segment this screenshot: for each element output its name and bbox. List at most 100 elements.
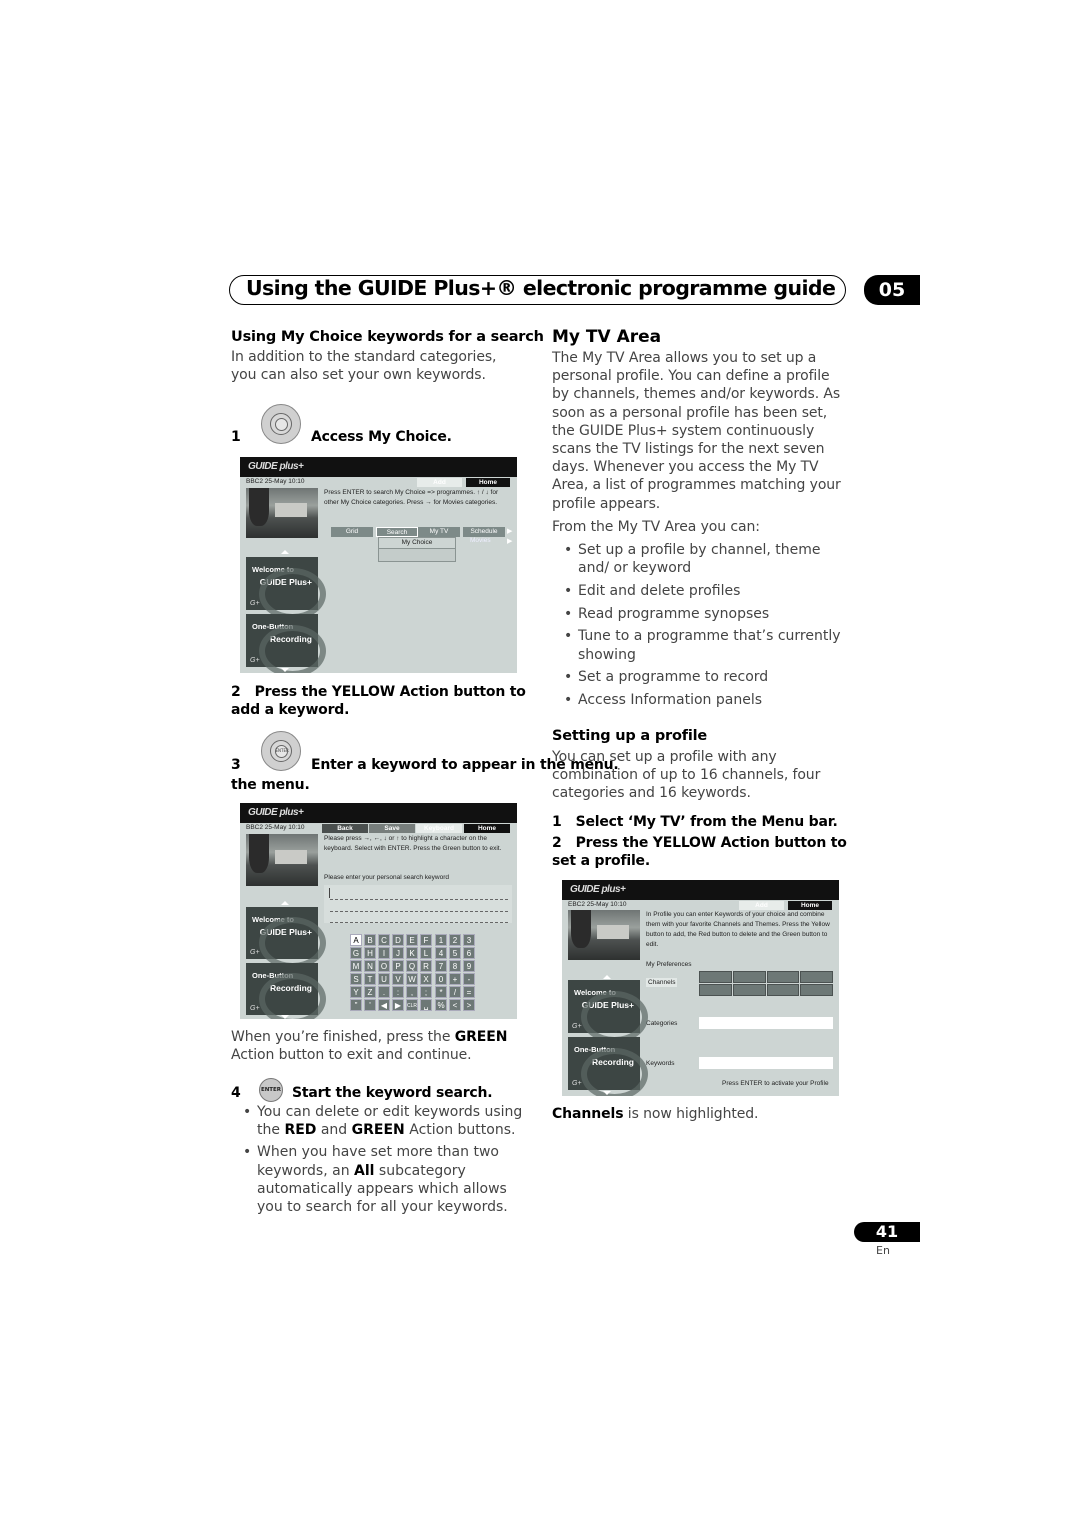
keyboard-key[interactable]: 7 (435, 960, 447, 972)
keyboard-key[interactable]: O (378, 960, 390, 972)
add-button[interactable]: Add (739, 901, 784, 910)
info-panel-welcome[interactable]: Welcome to GUIDE Plus+ G+ (246, 557, 326, 620)
scroll-down-icon[interactable] (281, 1015, 289, 1019)
video-preview (246, 834, 318, 886)
keyboard-key[interactable]: ; (420, 986, 432, 998)
keyboard-key[interactable]: . (378, 986, 390, 998)
keyboard-key[interactable]: M (350, 960, 362, 972)
menu-search[interactable]: Search (376, 527, 418, 537)
keyboard-key[interactable]: , (406, 986, 418, 998)
keyboard-key[interactable]: S (350, 973, 362, 985)
keyboard-key[interactable]: ▶ (392, 999, 404, 1011)
keyboard-key[interactable]: F (420, 934, 432, 946)
keyboard-key[interactable]: < (449, 999, 461, 1011)
keyboard-key[interactable]: 2 (449, 934, 461, 946)
keyboard-key[interactable]: % (435, 999, 447, 1011)
keyboard-key[interactable]: 3 (463, 934, 475, 946)
channel-slot[interactable] (766, 971, 800, 983)
help-message: Please press →, ←, ↓ or ↑ to highlight a… (324, 835, 502, 852)
keyboard-key[interactable]: K (406, 947, 418, 959)
scroll-down-icon[interactable] (281, 668, 289, 672)
keyboard-key[interactable]: W (406, 973, 418, 985)
keyboard-key[interactable]: B (364, 934, 376, 946)
keywords-field[interactable] (699, 1057, 833, 1069)
keyboard-key[interactable]: ◀ (378, 999, 390, 1011)
keyboard-key[interactable]: 8 (449, 960, 461, 972)
guide-plus-logo: G+ (572, 1080, 582, 1087)
keyboard-key[interactable]: A (350, 934, 362, 946)
language-label: En (876, 1244, 890, 1257)
keyboard-key[interactable]: " (350, 999, 362, 1011)
channel-slot[interactable] (699, 971, 732, 983)
keyboard-key[interactable]: / (449, 986, 461, 998)
bullet-item: When you have set more than two keywords… (231, 1143, 527, 1216)
keyboard-key[interactable]: G (350, 947, 362, 959)
keyboard-key[interactable]: - (463, 973, 475, 985)
keyboard-key[interactable]: CLR (406, 999, 418, 1011)
keyboard-key[interactable]: 6 (463, 947, 475, 959)
channel-slot[interactable] (732, 971, 766, 983)
keyboard-key[interactable]: Z (364, 986, 376, 998)
keyboard-key[interactable]: 5 (449, 947, 461, 959)
home-button[interactable]: Home (466, 478, 510, 487)
keyboard-key[interactable]: J (392, 947, 404, 959)
categories-field[interactable] (699, 1017, 833, 1029)
info-panel-recording[interactable]: One-Button Recording G+ (246, 963, 326, 1019)
keyboard-button[interactable]: Keyboard (416, 824, 462, 833)
menu-grid[interactable]: Grid (331, 527, 373, 537)
keyboard-key[interactable]: * (435, 986, 447, 998)
add-button[interactable]: Add (417, 478, 462, 487)
profile-intro: You can set up a profile with any combin… (552, 749, 821, 802)
keyboard-key[interactable]: V (392, 973, 404, 985)
keyboard-key[interactable]: P (392, 960, 404, 972)
keyboard-key[interactable]: X (420, 973, 432, 985)
keyboard-key[interactable]: : (392, 986, 404, 998)
keyboard-key[interactable]: = (463, 986, 475, 998)
keyboard-key[interactable]: 1 (435, 934, 447, 946)
keyboard-key[interactable]: 4 (435, 947, 447, 959)
keyboard-key[interactable]: 9 (463, 960, 475, 972)
keyboard-key[interactable]: > (463, 999, 475, 1011)
keyboard-key[interactable]: C (378, 934, 390, 946)
scroll-up-icon[interactable] (603, 975, 611, 979)
channel-slot[interactable] (800, 984, 833, 996)
menu-schedule[interactable]: Schedule (463, 527, 505, 537)
home-button[interactable]: Home (788, 901, 832, 910)
keyword-input[interactable] (324, 885, 512, 923)
submenu-movies[interactable]: Movies (470, 537, 491, 544)
channel-slot[interactable] (800, 971, 833, 983)
home-button[interactable]: Home (464, 824, 510, 833)
bullet-item: You can delete or edit keywords using th… (231, 1103, 527, 1139)
info-panel-recording[interactable]: One-Button Recording G+ (246, 614, 326, 673)
back-button[interactable]: Back (322, 824, 368, 833)
info-panel-welcome[interactable]: Welcome to GUIDE Plus+ G+ (246, 907, 326, 969)
keyboard-key[interactable]: T (364, 973, 376, 985)
menu-my-tv[interactable]: My TV (418, 527, 460, 537)
info-panel-welcome[interactable]: Welcome to GUIDE Plus+ G+ (568, 980, 648, 1043)
keyboard-key[interactable]: D (392, 934, 404, 946)
scroll-up-icon[interactable] (281, 901, 289, 905)
info-panel-recording[interactable]: One-Button Recording G+ (568, 1037, 648, 1096)
keyboard-key[interactable]: 0 (435, 973, 447, 985)
keyboard-key[interactable]: ' (364, 999, 376, 1011)
keyboard-key[interactable]: I (378, 947, 390, 959)
channel-slot[interactable] (766, 984, 800, 996)
section-heading-my-choice: Using My Choice keywords for a search (231, 329, 544, 345)
keyboard-key[interactable]: R (420, 960, 432, 972)
save-button[interactable]: Save (369, 824, 415, 833)
keyboard-key[interactable]: + (449, 973, 461, 985)
keyboard-key[interactable]: ␣ (420, 999, 432, 1011)
channels-label[interactable]: Channels (646, 978, 678, 987)
channels-grid[interactable] (699, 971, 833, 996)
scroll-down-icon[interactable] (603, 1091, 611, 1095)
keyboard-key[interactable]: E (406, 934, 418, 946)
keyboard-key[interactable]: Q (406, 960, 418, 972)
channel-slot[interactable] (732, 984, 766, 996)
keyboard-key[interactable]: Y (350, 986, 362, 998)
keyboard-key[interactable]: L (420, 947, 432, 959)
keyboard-key[interactable]: U (378, 973, 390, 985)
scroll-up-icon[interactable] (281, 550, 289, 554)
keyboard-key[interactable]: H (364, 947, 376, 959)
keyboard-key[interactable]: N (364, 960, 376, 972)
channel-slot[interactable] (699, 984, 732, 996)
